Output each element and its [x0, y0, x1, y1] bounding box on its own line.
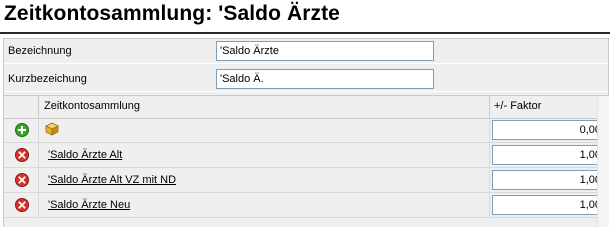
- row-name-link[interactable]: 'Saldo Ärzte Neu: [48, 199, 130, 211]
- bezeichnung-field[interactable]: 'Saldo Ärzte: [216, 41, 434, 61]
- column-separator: [38, 193, 39, 217]
- column-separator: [489, 143, 490, 167]
- factor-field[interactable]: 1,00: [492, 170, 605, 190]
- factor-field[interactable]: 1,00: [492, 145, 605, 165]
- row-name-link[interactable]: 'Saldo Ärzte Alt VZ mit ND: [48, 174, 176, 186]
- bezeichnung-label: Bezeichnung: [8, 45, 72, 57]
- factor-field[interactable]: 1,00: [492, 195, 605, 215]
- column-separator: [38, 168, 39, 192]
- table-row: 'Saldo Ärzte Neu 1,00: [4, 193, 608, 218]
- cube-icon[interactable]: [45, 122, 59, 136]
- table-row-new: 0,00: [4, 118, 608, 143]
- delete-icon[interactable]: [15, 173, 29, 187]
- column-separator: [489, 193, 490, 217]
- column-separator: [38, 143, 39, 167]
- column-separator: [489, 118, 490, 142]
- field-row-bezeichnung: Bezeichnung 'Saldo Ärzte: [4, 39, 608, 64]
- column-header-zeitkontosammlung[interactable]: Zeitkontosammlung: [44, 100, 140, 112]
- table-row: 'Saldo Ärzte Alt 1,00: [4, 143, 608, 168]
- title-divider: [0, 32, 610, 34]
- table-row: 'Saldo Ärzte Alt VZ mit ND 1,00: [4, 168, 608, 193]
- header-separator: [489, 96, 490, 118]
- column-header-faktor[interactable]: +/- Faktor: [494, 100, 541, 112]
- delete-icon[interactable]: [15, 148, 29, 162]
- kurzbezeichnung-field[interactable]: 'Saldo Ä.: [216, 69, 434, 89]
- vertical-scrollbar[interactable]: [597, 96, 609, 227]
- row-name-link[interactable]: 'Saldo Ärzte Alt: [48, 149, 122, 161]
- column-separator: [489, 168, 490, 192]
- column-separator: [38, 118, 39, 142]
- field-row-kurzbezeichnung: Kurzbezeichung 'Saldo Ä.: [4, 67, 608, 92]
- delete-icon[interactable]: [15, 198, 29, 212]
- add-icon[interactable]: [15, 123, 29, 137]
- kurzbezeichnung-label: Kurzbezeichung: [8, 73, 87, 85]
- form-panel: Bezeichnung 'Saldo Ärzte Kurzbezeichung …: [3, 38, 609, 227]
- grid-header: Zeitkontosammlung +/- Faktor: [4, 95, 608, 119]
- page-title: Zeitkontosammlung: 'Saldo Ärzte: [4, 2, 340, 25]
- factor-field-new[interactable]: 0,00: [492, 120, 605, 140]
- header-separator: [38, 96, 39, 118]
